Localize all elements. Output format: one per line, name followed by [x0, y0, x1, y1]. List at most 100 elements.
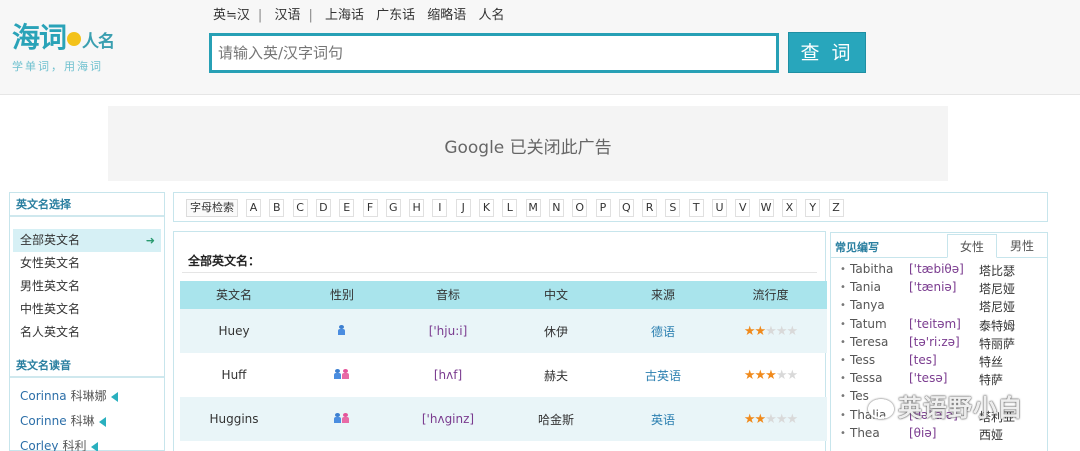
name-en[interactable]: Thea: [850, 426, 880, 440]
sidebar-item-neutral[interactable]: 中性英文名: [10, 298, 164, 321]
tab-female[interactable]: 女性: [947, 234, 997, 258]
list-item[interactable]: • Tatum ['teitəm] 泰特姆: [831, 317, 1047, 335]
nav-names[interactable]: 人名: [478, 8, 504, 23]
pronunciation-item[interactable]: Corinne 科琳: [10, 409, 164, 434]
name-chinese: 泰特姆: [979, 318, 1016, 333]
nav-chinese[interactable]: 汉语: [274, 8, 300, 23]
col-header-origin: 来源: [650, 288, 675, 302]
logo-subtitle: 学单词，用海词: [12, 60, 103, 73]
list-item[interactable]: • Tess [tes] 特丝: [831, 353, 1047, 371]
logo-title: 海词: [12, 21, 67, 54]
bullet-icon: •: [840, 336, 846, 348]
sidebar-item-male[interactable]: 男性英文名: [10, 275, 164, 298]
star-icon: ★: [775, 323, 788, 339]
nav-en-zh[interactable]: 英≒汉: [213, 8, 250, 23]
letter-o[interactable]: O: [572, 199, 588, 217]
table-row[interactable]: Huff [hʌf] 赫夫 古英语 ★★★★★: [180, 353, 827, 397]
letter-a[interactable]: A: [246, 199, 261, 217]
pronunciation-item[interactable]: Corley 科利: [10, 434, 164, 451]
name-phonetic: ['tæbiθə]: [909, 262, 964, 276]
letter-p[interactable]: P: [595, 199, 611, 217]
letter-b[interactable]: B: [269, 199, 285, 217]
letter-r[interactable]: R: [642, 199, 658, 217]
letter-i[interactable]: I: [432, 199, 448, 217]
nav-abbreviations[interactable]: 缩略语: [427, 8, 466, 23]
sidebar-item-celebrity[interactable]: 名人英文名: [10, 321, 164, 344]
cell-origin[interactable]: 古英语: [612, 367, 714, 384]
site-logo[interactable]: 海词 人名 学单词，用海词: [12, 21, 132, 74]
name-en[interactable]: Tess: [850, 353, 875, 367]
speaker-icon[interactable]: [110, 391, 118, 402]
name-chinese: 特萨: [979, 373, 1004, 388]
cell-chinese: 哈金斯: [537, 412, 574, 427]
nav-shanghainese[interactable]: 上海话: [325, 8, 364, 23]
name-chinese: 塔尼娅: [979, 300, 1016, 315]
letter-g[interactable]: G: [385, 199, 401, 217]
letter-d[interactable]: D: [315, 199, 331, 217]
table-row[interactable]: Huey ['hju:i] 休伊 德语 ★★★★★: [180, 309, 827, 353]
pronunciation-item[interactable]: Corinna 科琳娜: [10, 384, 164, 409]
star-icon: ★: [786, 367, 798, 383]
letter-k[interactable]: K: [479, 199, 494, 217]
cell-name[interactable]: Huggins: [180, 412, 288, 426]
name-en[interactable]: Tabitha: [850, 262, 893, 276]
letter-h[interactable]: H: [409, 199, 425, 217]
list-item[interactable]: • Teresa [tə'ri:zə] 特丽萨: [831, 335, 1047, 353]
star-icon: ★: [765, 323, 777, 339]
header: 海词人名 学单词，用海词 英≒汉| 汉语| 上海话 广东话 缩略语 人名 查 词: [0, 0, 1080, 95]
cell-name[interactable]: Huey: [180, 324, 288, 338]
sidebar-item-all[interactable]: 全部英文名 ➜: [13, 229, 161, 252]
letter-t[interactable]: T: [688, 199, 704, 217]
female-icon: [342, 413, 350, 423]
tab-male[interactable]: 男性: [997, 234, 1047, 258]
cell-origin[interactable]: 德语: [612, 323, 714, 340]
cell-origin[interactable]: 英语: [612, 411, 714, 428]
search-box: [209, 33, 779, 73]
letter-z[interactable]: Z: [828, 199, 844, 217]
list-item[interactable]: • Thea [θiə] 西娅: [831, 426, 1047, 444]
cell-gender: [288, 412, 396, 426]
name-en[interactable]: Teresa: [850, 335, 888, 349]
letter-c[interactable]: C: [292, 199, 308, 217]
top-nav: 英≒汉 | 汉语 | 上海话 广东话 缩略语 人名: [213, 8, 505, 23]
letter-n[interactable]: N: [548, 199, 564, 217]
star-icon: ★: [775, 411, 788, 427]
letter-e[interactable]: E: [339, 199, 355, 217]
name-en[interactable]: Tes: [850, 389, 869, 403]
letter-w[interactable]: W: [758, 199, 774, 217]
table-header: 英文名 性别 音标 中文 来源 流行度: [180, 281, 827, 309]
list-item[interactable]: • Tabitha ['tæbiθə] 塔比瑟: [831, 262, 1047, 280]
sidebar-item-label: 全部英文名: [20, 233, 81, 247]
nav-cantonese[interactable]: 广东话: [376, 8, 415, 23]
col-header-gender: 性别: [329, 288, 354, 302]
cell-popularity: ★★★★★: [714, 324, 827, 339]
letter-l[interactable]: L: [502, 199, 518, 217]
letter-j[interactable]: J: [455, 199, 471, 217]
sidebar-item-female[interactable]: 女性英文名: [10, 252, 164, 275]
name-phonetic: [θiə]: [909, 425, 937, 440]
letter-f[interactable]: F: [362, 199, 378, 217]
search-input[interactable]: [212, 36, 776, 70]
letter-x[interactable]: X: [781, 199, 797, 217]
letter-s[interactable]: S: [665, 199, 681, 217]
table-row[interactable]: Huggins ['hʌginz] 哈金斯 英语 ★★★★★: [180, 397, 827, 441]
cell-name[interactable]: Huff: [180, 368, 288, 382]
letter-y[interactable]: Y: [805, 199, 821, 217]
name-en[interactable]: Tanya: [850, 298, 885, 312]
letter-q[interactable]: Q: [618, 199, 634, 217]
search-button[interactable]: 查 词: [788, 32, 866, 73]
letter-m[interactable]: M: [525, 199, 541, 217]
letter-u[interactable]: U: [712, 199, 727, 217]
list-item[interactable]: • Tanya 塔尼娅: [831, 298, 1047, 316]
name-en[interactable]: Tatum: [850, 317, 887, 331]
sidebar-title-select: 英文名选择: [10, 193, 164, 217]
speaker-icon[interactable]: [98, 416, 106, 427]
cell-gender: [288, 324, 396, 338]
speaker-icon[interactable]: [90, 441, 98, 451]
list-item[interactable]: • Tania ['tæniə] 塔尼娅: [831, 280, 1047, 298]
name-en[interactable]: Tania: [850, 280, 881, 294]
list-item[interactable]: • Tessa ['tesə] 特萨: [831, 371, 1047, 389]
letter-v[interactable]: V: [735, 199, 751, 217]
name-en[interactable]: Tessa: [850, 371, 883, 385]
cell-popularity: ★★★★★: [714, 368, 827, 383]
